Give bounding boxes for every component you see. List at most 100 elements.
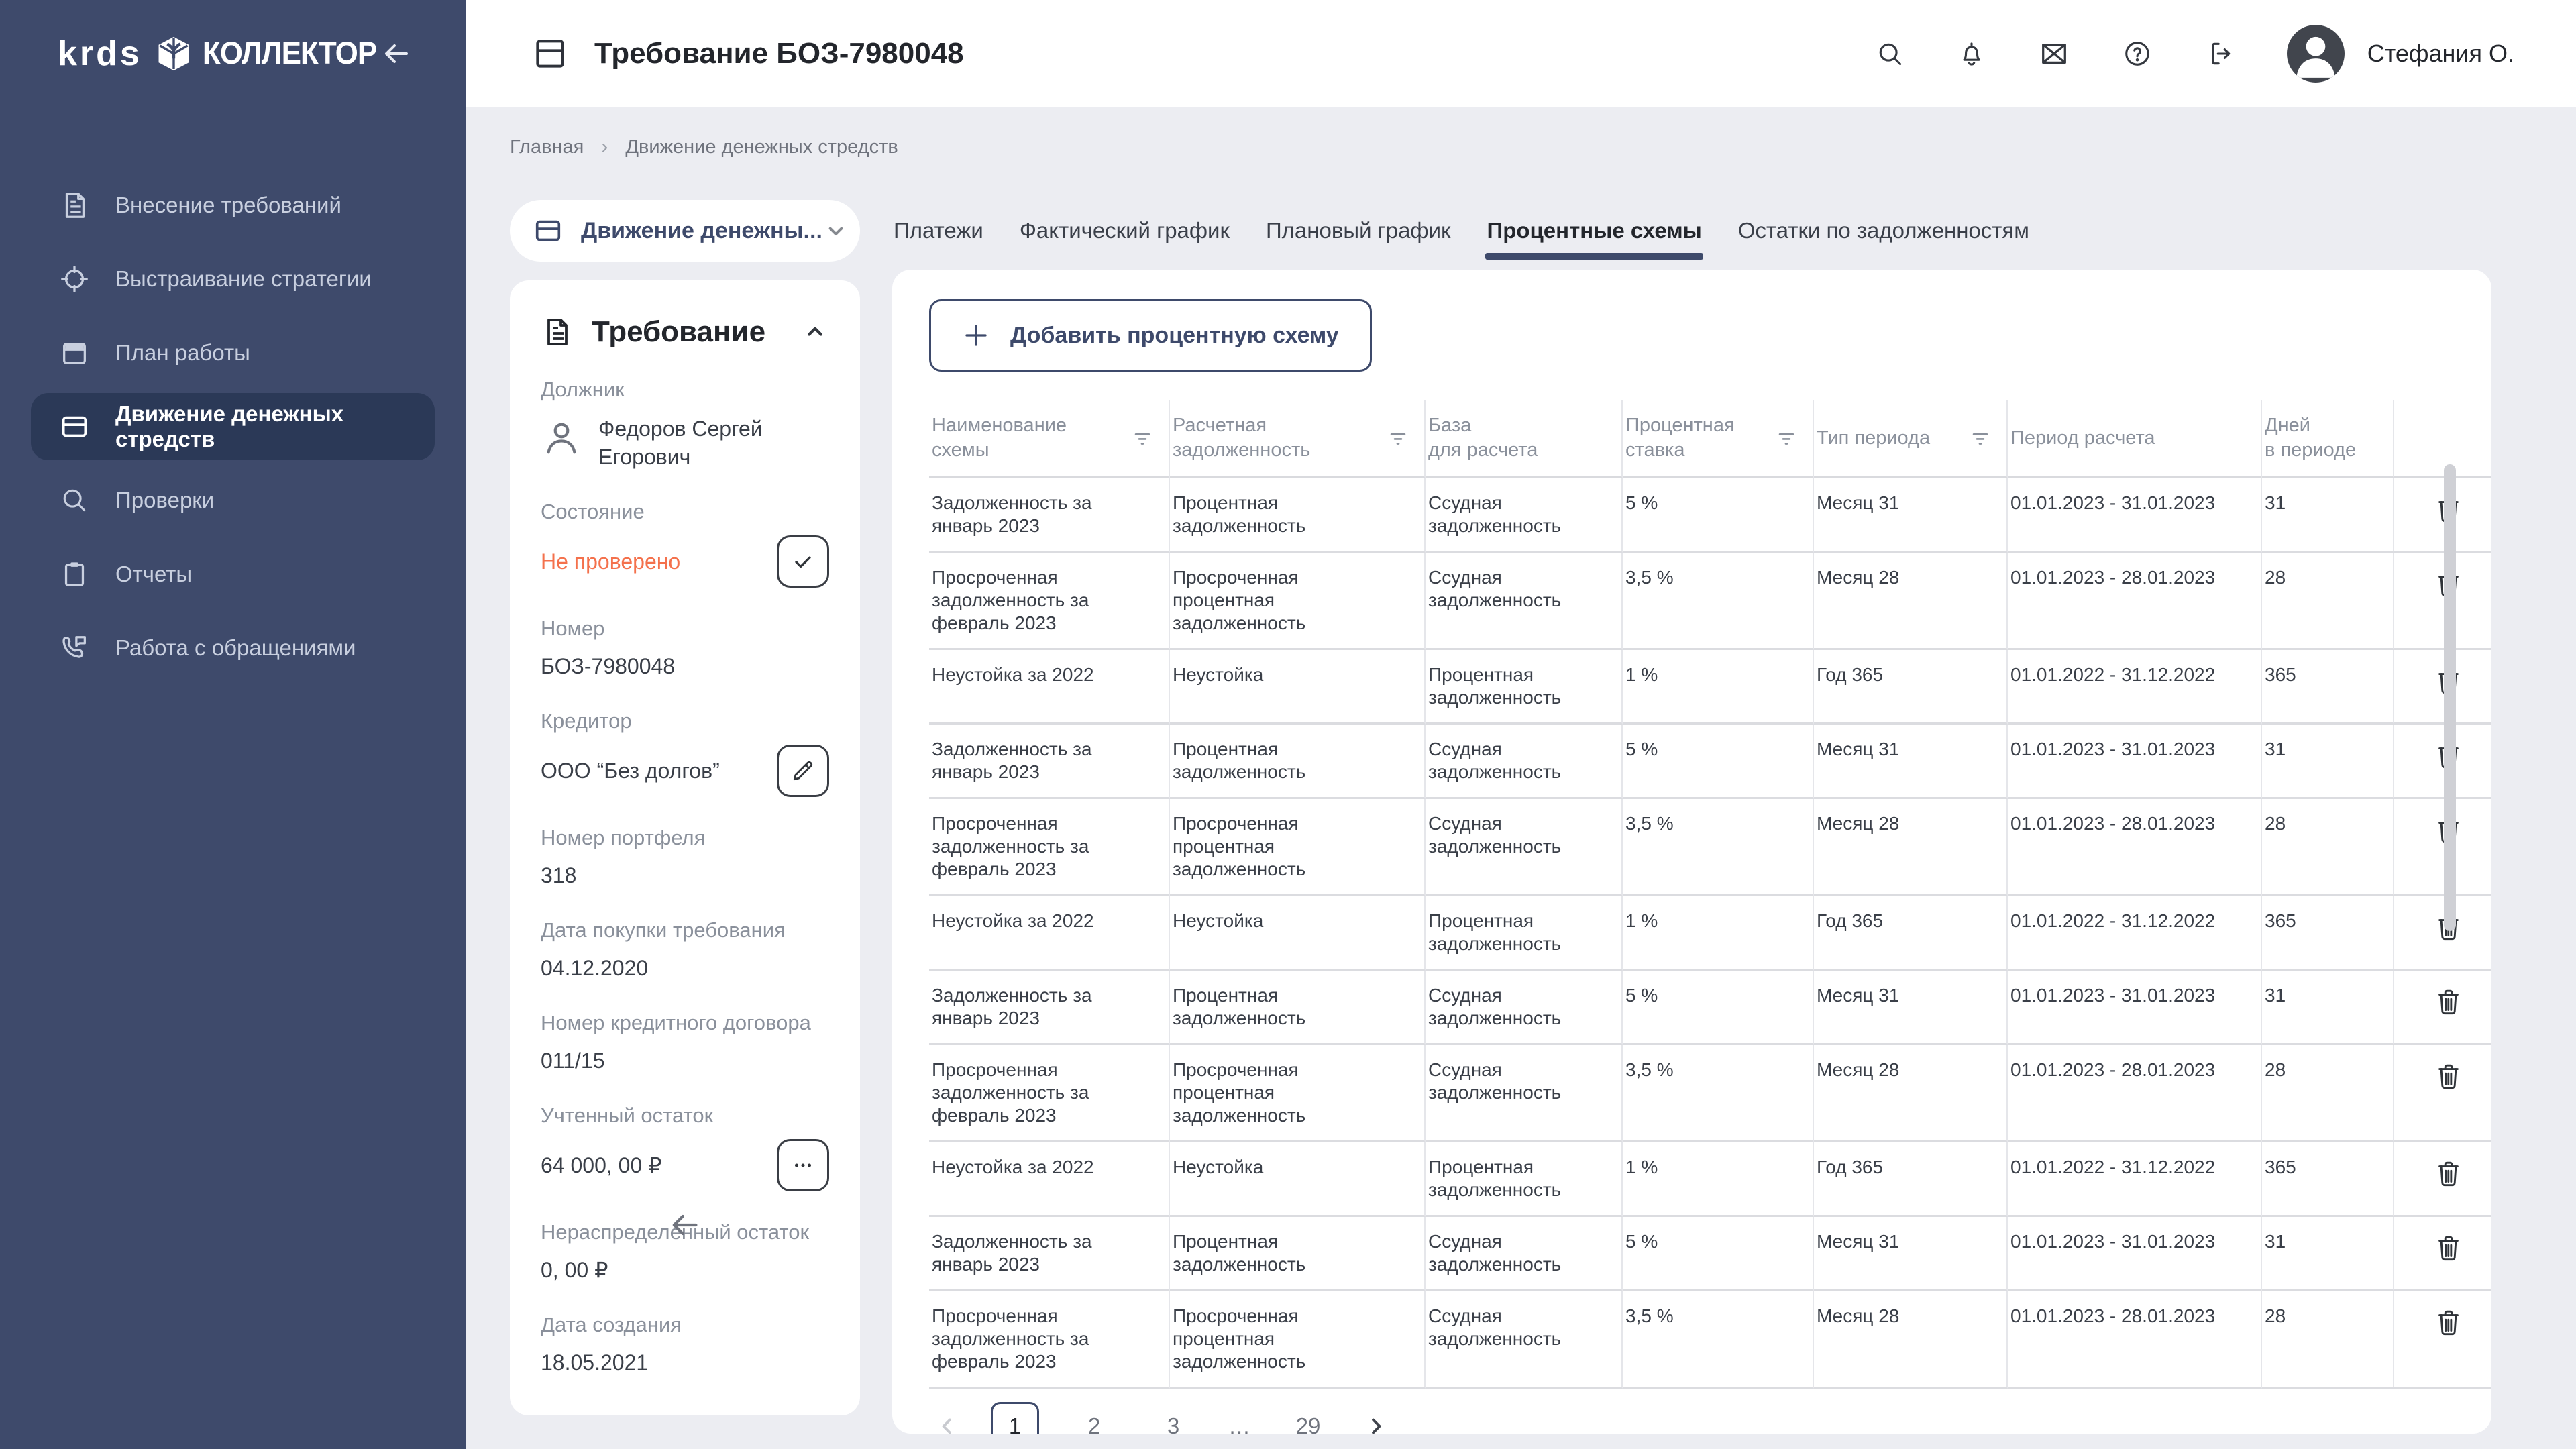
delete-row-button[interactable] <box>2433 1159 2464 1189</box>
tab-0[interactable]: Платежи <box>894 218 983 244</box>
pagination-page-2[interactable]: 2 <box>1070 1402 1118 1434</box>
delete-row-button[interactable] <box>2433 1233 2464 1264</box>
cell-0-actions <box>2394 478 2491 553</box>
vertical-scrollbar[interactable] <box>2444 464 2456 931</box>
cell-10-days: 28 <box>2262 1291 2394 1389</box>
cell-1-period_type: Месяц 28 <box>1814 553 2008 650</box>
cell-9-debt: Процентная задолженность <box>1170 1217 1426 1291</box>
cell-2-name: Неустойка за 2022 <box>929 650 1170 724</box>
credit-card-icon <box>533 215 564 246</box>
cell-4-rate: 3,5 % <box>1623 799 1814 896</box>
sidebar-item-3[interactable]: Движение денежных стредств <box>31 393 435 460</box>
cell-7-actions <box>2394 1045 2491 1142</box>
delete-row-button[interactable] <box>2433 987 2464 1018</box>
pagination-page-29[interactable]: 29 <box>1284 1402 1332 1434</box>
field-label: Номер портфеля <box>541 825 829 851</box>
sidebar-collapse-arrow-icon[interactable] <box>380 38 412 70</box>
cell-3-base: Ссудная задолженность <box>1426 724 1623 799</box>
add-button-label: Добавить процентную схему <box>1010 323 1339 349</box>
add-interest-scheme-button[interactable]: Добавить процентную схему <box>929 299 1372 372</box>
clipboard-icon <box>59 559 90 590</box>
confirm-check-button[interactable] <box>777 535 829 588</box>
sidebar-item-label: Отчеты <box>115 561 192 587</box>
cell-10-period_type: Месяц 28 <box>1814 1291 2008 1389</box>
sidebar-item-5[interactable]: Отчеты <box>31 541 435 608</box>
avatar[interactable] <box>2287 25 2345 83</box>
sidebar-item-6[interactable]: Работа с обращениями <box>31 614 435 682</box>
cell-1-name: Просроченная задолженность за февраль 20… <box>929 553 1170 650</box>
pagination-next-icon[interactable] <box>1363 1413 1389 1434</box>
sidebar-item-2[interactable]: План работы <box>31 319 435 386</box>
requirement-card-icon <box>531 35 569 72</box>
cell-0-base: Ссудная задолженность <box>1426 478 1623 553</box>
pagination: 123…29 <box>929 1399 2491 1434</box>
file-text-icon <box>59 190 90 221</box>
breadcrumb-separator: › <box>601 136 608 158</box>
chevron-up-icon[interactable] <box>801 318 829 346</box>
cell-9-base: Ссудная задолженность <box>1426 1217 1623 1291</box>
search-icon[interactable] <box>1875 39 1904 68</box>
help-icon[interactable] <box>2122 38 2153 69</box>
cell-6-period: 01.01.2023 - 31.01.2023 <box>2008 971 2262 1045</box>
field-label: Кредитор <box>541 708 829 734</box>
cell-2-period: 01.01.2022 - 31.12.2022 <box>2008 650 2262 724</box>
pagination-prev-icon[interactable] <box>934 1413 960 1434</box>
module-select[interactable]: Движение денежны... <box>510 200 860 262</box>
cell-7-name: Просроченная задолженность за февраль 20… <box>929 1045 1170 1142</box>
field-label: Номер <box>541 616 829 641</box>
logo-krds: krds <box>58 34 142 74</box>
sidebar-item-1[interactable]: Выстраивание стратегии <box>31 246 435 313</box>
column-header-3: Процентная ставка <box>1623 400 1814 478</box>
toolbar: Движение денежны... Платежи Фактический г… <box>510 200 2029 262</box>
cell-5-debt: Неустойка <box>1170 896 1426 971</box>
panel-collapse-arrow-icon[interactable] <box>667 1208 702 1242</box>
sidebar-item-4[interactable]: Проверки <box>31 467 435 534</box>
pagination-page-1[interactable]: 1 <box>991 1402 1039 1434</box>
cell-4-base: Ссудная задолженность <box>1426 799 1623 896</box>
creditor-value: ООО “Без долгов” <box>541 757 777 785</box>
debtor-value: Федоров Сергей Егорович <box>598 415 829 471</box>
mail-icon[interactable] <box>2039 38 2070 69</box>
sidebar-item-label: Работа с обращениями <box>115 635 356 661</box>
delete-row-button[interactable] <box>2433 1307 2464 1338</box>
field-portfolio: Номер портфеля 318 <box>541 825 829 890</box>
delete-row-button[interactable] <box>2433 1061 2464 1092</box>
filter-icon[interactable] <box>1131 427 1154 449</box>
more-actions-button[interactable] <box>777 1139 829 1191</box>
tab-4[interactable]: Остатки по задолженностям <box>1738 218 2029 244</box>
cell-8-rate: 1 % <box>1623 1142 1814 1217</box>
cell-1-period: 01.01.2023 - 28.01.2023 <box>2008 553 2262 650</box>
pagination-page-3[interactable]: 3 <box>1149 1402 1197 1434</box>
edit-pencil-button[interactable] <box>777 745 829 797</box>
sidebar-logo-row: krds КОЛЛЕКТОР <box>0 0 466 107</box>
filter-icon[interactable] <box>1387 427 1409 449</box>
cell-7-days: 28 <box>2262 1045 2394 1142</box>
field-created: Дата создания 18.05.2021 <box>541 1312 829 1377</box>
cell-3-actions <box>2394 724 2491 799</box>
cell-0-period: 01.01.2023 - 31.01.2023 <box>2008 478 2262 553</box>
sidebar: krds КОЛЛЕКТОР Внесение требований Выстра… <box>0 0 466 1449</box>
tab-1[interactable]: Фактический график <box>1020 218 1230 244</box>
cell-7-period: 01.01.2023 - 28.01.2023 <box>2008 1045 2262 1142</box>
sidebar-item-0[interactable]: Внесение требований <box>31 172 435 239</box>
cell-1-debt: Просроченная процентная задолженность <box>1170 553 1426 650</box>
search-icon <box>59 485 90 516</box>
field-debtor: Должник Федоров Сергей Егорович <box>541 377 829 471</box>
bell-icon[interactable] <box>1957 39 1986 68</box>
logout-icon[interactable] <box>2205 39 2235 68</box>
cell-2-debt: Неустойка <box>1170 650 1426 724</box>
cell-9-actions <box>2394 1217 2491 1291</box>
tab-2[interactable]: Плановый график <box>1266 218 1451 244</box>
filter-icon[interactable] <box>1775 427 1798 449</box>
filter-icon[interactable] <box>1969 427 1992 449</box>
tab-3[interactable]: Процентные схемы <box>1487 218 1701 244</box>
cell-6-name: Задолженность за январь 2023 <box>929 971 1170 1045</box>
cell-4-name: Просроченная задолженность за февраль 20… <box>929 799 1170 896</box>
column-header-label: Наименование схемы <box>932 413 1067 463</box>
column-header-label: Дней в периоде <box>2265 413 2356 463</box>
cell-8-debt: Неустойка <box>1170 1142 1426 1217</box>
cell-3-name: Задолженность за январь 2023 <box>929 724 1170 799</box>
cell-10-name: Просроченная задолженность за февраль 20… <box>929 1291 1170 1389</box>
cell-1-rate: 3,5 % <box>1623 553 1814 650</box>
breadcrumb-item-0[interactable]: Главная <box>510 136 584 158</box>
